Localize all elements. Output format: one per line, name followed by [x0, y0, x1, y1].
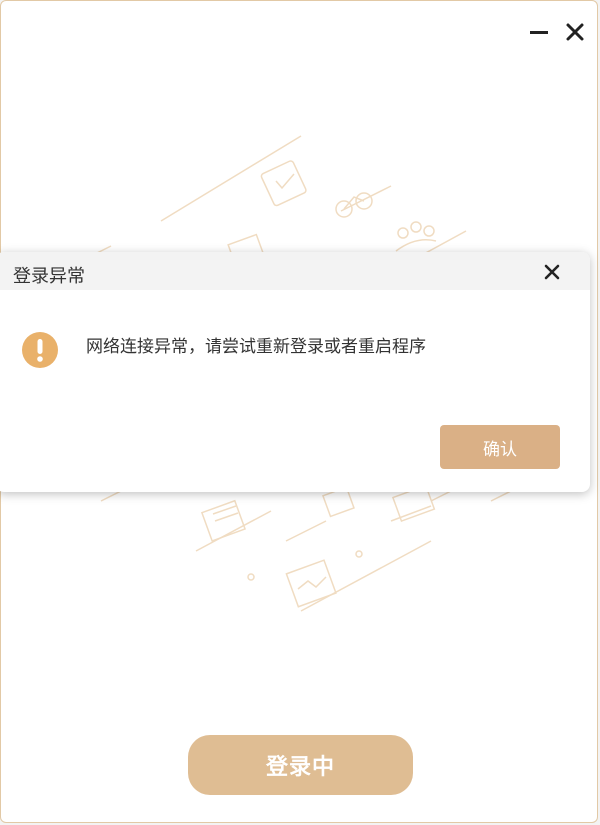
- confirm-button[interactable]: 确认: [440, 425, 560, 469]
- login-button[interactable]: 登录中: [188, 735, 413, 795]
- close-icon: [544, 264, 560, 280]
- dialog-close-button[interactable]: [542, 262, 562, 282]
- warning-icon: [22, 332, 58, 368]
- exclamation-icon: [37, 339, 43, 362]
- minimize-icon: [530, 31, 548, 34]
- error-dialog: 登录异常 网络连接异常，请尝试重新登录或者重启程序 确认: [0, 252, 590, 492]
- minimize-button[interactable]: [526, 19, 552, 45]
- dialog-message: 网络连接异常，请尝试重新登录或者重启程序: [86, 337, 426, 357]
- dialog-header: 登录异常: [0, 252, 590, 290]
- dialog-title: 登录异常: [13, 266, 85, 287]
- window-close-button[interactable]: [562, 19, 588, 45]
- close-icon: [566, 23, 584, 41]
